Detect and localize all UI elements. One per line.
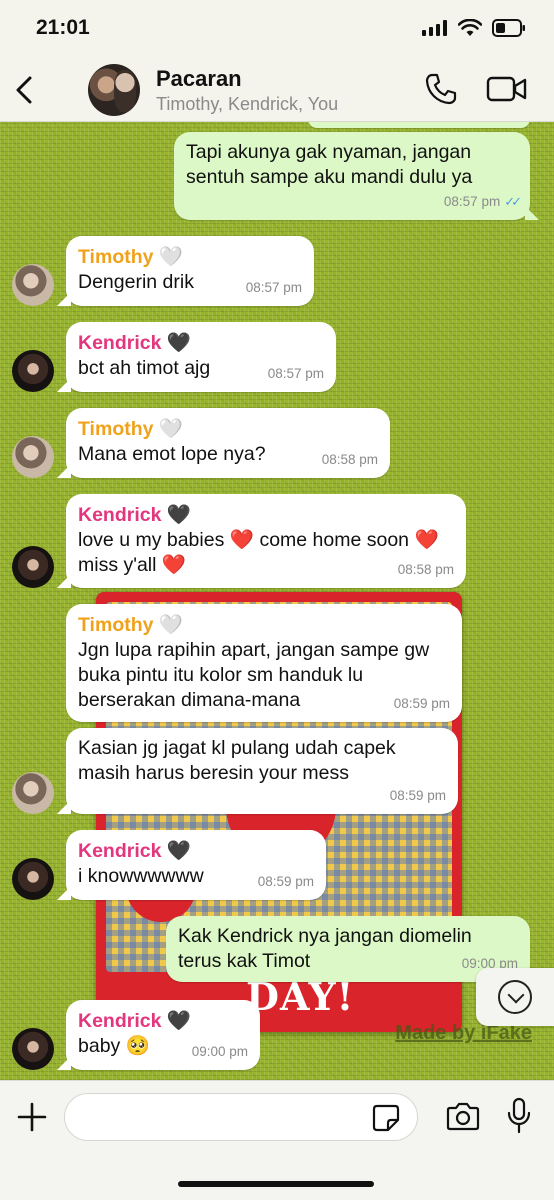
camera-icon (446, 1102, 480, 1131)
wifi-icon (458, 19, 482, 36)
message-time: 08:59 pm (389, 788, 446, 803)
avatar-kendrick[interactable] (12, 1028, 54, 1070)
sticker-icon (372, 1104, 400, 1132)
signal-icon (422, 20, 447, 36)
microphone-icon (507, 1097, 531, 1134)
camera-button[interactable] (446, 1101, 480, 1131)
battery-icon (492, 19, 525, 37)
message-time: 08:57 pm ✓✓ (443, 189, 522, 214)
voice-message-button[interactable] (506, 1097, 532, 1135)
sticker-button[interactable] (372, 1104, 400, 1132)
sender-name[interactable]: Kendrick 🖤 (78, 1008, 248, 1034)
avatar-timothy[interactable] (12, 772, 54, 814)
message-time: 08:59 pm (393, 696, 450, 711)
message-bubble-incoming[interactable]: Kasian jg jagat kl pulang udah capek mas… (57, 728, 458, 814)
read-receipt-icon: ✓✓ (504, 194, 522, 209)
video-camera-icon (486, 76, 527, 102)
message-text: Tapi akunya gak nyaman, jangan sentuh sa… (186, 141, 473, 188)
message-time: 08:58 pm (397, 562, 454, 577)
chat-title[interactable]: Pacaran (156, 66, 242, 92)
message-time: 08:58 pm (321, 452, 378, 467)
message-bubble-partial (308, 122, 530, 128)
sender-name[interactable]: Timothy 🤍 (78, 612, 450, 638)
back-button[interactable] (10, 70, 42, 110)
phone-icon (425, 73, 457, 105)
input-bar (0, 1080, 554, 1200)
status-icons (422, 19, 526, 37)
avatar-timothy[interactable] (12, 264, 54, 306)
message-bubble-incoming[interactable]: Kendrick 🖤 love u my babies ❤️ come home… (57, 494, 466, 588)
voice-call-button[interactable] (424, 72, 458, 106)
chat-area[interactable]: DAY! Made by iFake Tapi akunya gak nyama… (0, 122, 554, 1080)
message-bubble-incoming[interactable]: Kendrick 🖤 baby 🥺 09:00 pm (57, 1000, 260, 1070)
sender-name[interactable]: Kendrick 🖤 (78, 838, 314, 864)
message-bubble-incoming[interactable]: Timothy 🤍 Dengerin drik 08:57 pm (57, 236, 314, 306)
chevron-down-circle-icon (498, 980, 532, 1014)
sender-name[interactable]: Timothy 🤍 (78, 416, 378, 442)
group-avatar[interactable] (88, 64, 140, 116)
message-bubble-incoming[interactable]: Kendrick 🖤 bct ah timot ajg 08:57 pm (57, 322, 336, 392)
message-bubble-outgoing[interactable]: Tapi akunya gak nyaman, jangan sentuh sa… (174, 132, 539, 220)
plus-icon (17, 1102, 47, 1132)
avatar-timothy[interactable] (12, 436, 54, 478)
message-time: 08:57 pm (267, 366, 324, 381)
scroll-to-bottom-button[interactable] (476, 968, 554, 1026)
message-bubble-incoming[interactable]: Timothy 🤍 Mana emot lope nya? 08:58 pm (57, 408, 390, 478)
status-time: 21:01 (36, 16, 90, 39)
video-call-button[interactable] (486, 74, 528, 104)
message-text: Kasian jg jagat kl pulang udah capek mas… (78, 737, 396, 784)
message-bubble-incoming[interactable]: Kendrick 🖤 i knowwwwww 08:59 pm (57, 830, 326, 900)
avatar-kendrick[interactable] (12, 858, 54, 900)
sender-name[interactable]: Kendrick 🖤 (78, 502, 454, 528)
status-bar: 21:01 (0, 0, 554, 58)
message-input[interactable] (64, 1093, 418, 1141)
attach-button[interactable] (16, 1101, 48, 1133)
message-bubble-incoming[interactable]: Timothy 🤍 Jgn lupa rapihin apart, jangan… (66, 604, 462, 722)
sender-name[interactable]: Kendrick 🖤 (78, 330, 324, 356)
message-time: 08:59 pm (257, 874, 314, 889)
message-time: 09:00 pm (191, 1044, 248, 1059)
avatar-kendrick[interactable] (12, 546, 54, 588)
message-bubble-outgoing[interactable]: Kak Kendrick nya jangan diomelin terus k… (166, 916, 539, 982)
message-time-text: 08:57 pm (443, 194, 501, 209)
chat-subtitle[interactable]: Timothy, Kendrick, You (156, 94, 338, 115)
sender-name[interactable]: Timothy 🤍 (78, 244, 302, 270)
home-indicator[interactable] (178, 1181, 374, 1187)
avatar-kendrick[interactable] (12, 350, 54, 392)
chevron-left-icon (16, 76, 32, 104)
chat-header: Pacaran Timothy, Kendrick, You (0, 58, 554, 122)
message-time: 08:57 pm (245, 280, 302, 295)
